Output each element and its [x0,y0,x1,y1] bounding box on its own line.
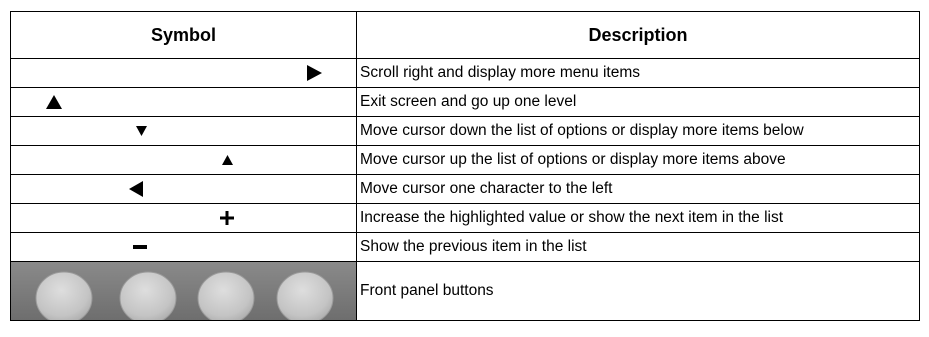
table-row: Move cursor one character to the left [10,174,920,204]
header-symbol: Symbol [10,11,357,59]
description-cell: Exit screen and go up one level [356,87,920,117]
triangle-right-icon [307,65,322,81]
symbol-cell [10,203,357,233]
table-header-row: Symbol Description [10,11,920,59]
plus-icon [220,211,234,225]
triangle-down-icon [136,126,147,136]
header-description: Description [356,11,920,59]
front-panel-buttons-image [10,261,357,321]
symbol-cell [10,87,357,117]
triangle-left-icon [129,181,143,197]
panel-button-icon [119,271,177,320]
table-row: Exit screen and go up one level [10,87,920,117]
panel-button-icon [276,271,334,320]
minus-icon [133,245,147,249]
table-row: Front panel buttons [10,261,920,321]
triangle-up-icon [46,95,62,109]
description-cell: Increase the highlighted value or show t… [356,203,920,233]
table-row: Scroll right and display more menu items [10,58,920,88]
description-cell: Front panel buttons [356,261,920,321]
table-row: Show the previous item in the list [10,232,920,262]
symbol-table: Symbol Description Scroll right and disp… [10,11,920,321]
table-row: Increase the highlighted value or show t… [10,203,920,233]
symbol-cell [10,174,357,204]
description-cell: Move cursor up the list of options or di… [356,145,920,175]
panel-button-icon [197,271,255,320]
symbol-cell [10,58,357,88]
panel-button-icon [35,271,93,320]
description-cell: Move cursor down the list of options or … [356,116,920,146]
table-row: Move cursor down the list of options or … [10,116,920,146]
symbol-cell [10,145,357,175]
front-panel-image [11,262,356,320]
symbol-cell [10,232,357,262]
triangle-up-small-icon [222,155,233,165]
symbol-cell [10,116,357,146]
description-cell: Move cursor one character to the left [356,174,920,204]
description-cell: Show the previous item in the list [356,232,920,262]
description-cell: Scroll right and display more menu items [356,58,920,88]
table-row: Move cursor up the list of options or di… [10,145,920,175]
